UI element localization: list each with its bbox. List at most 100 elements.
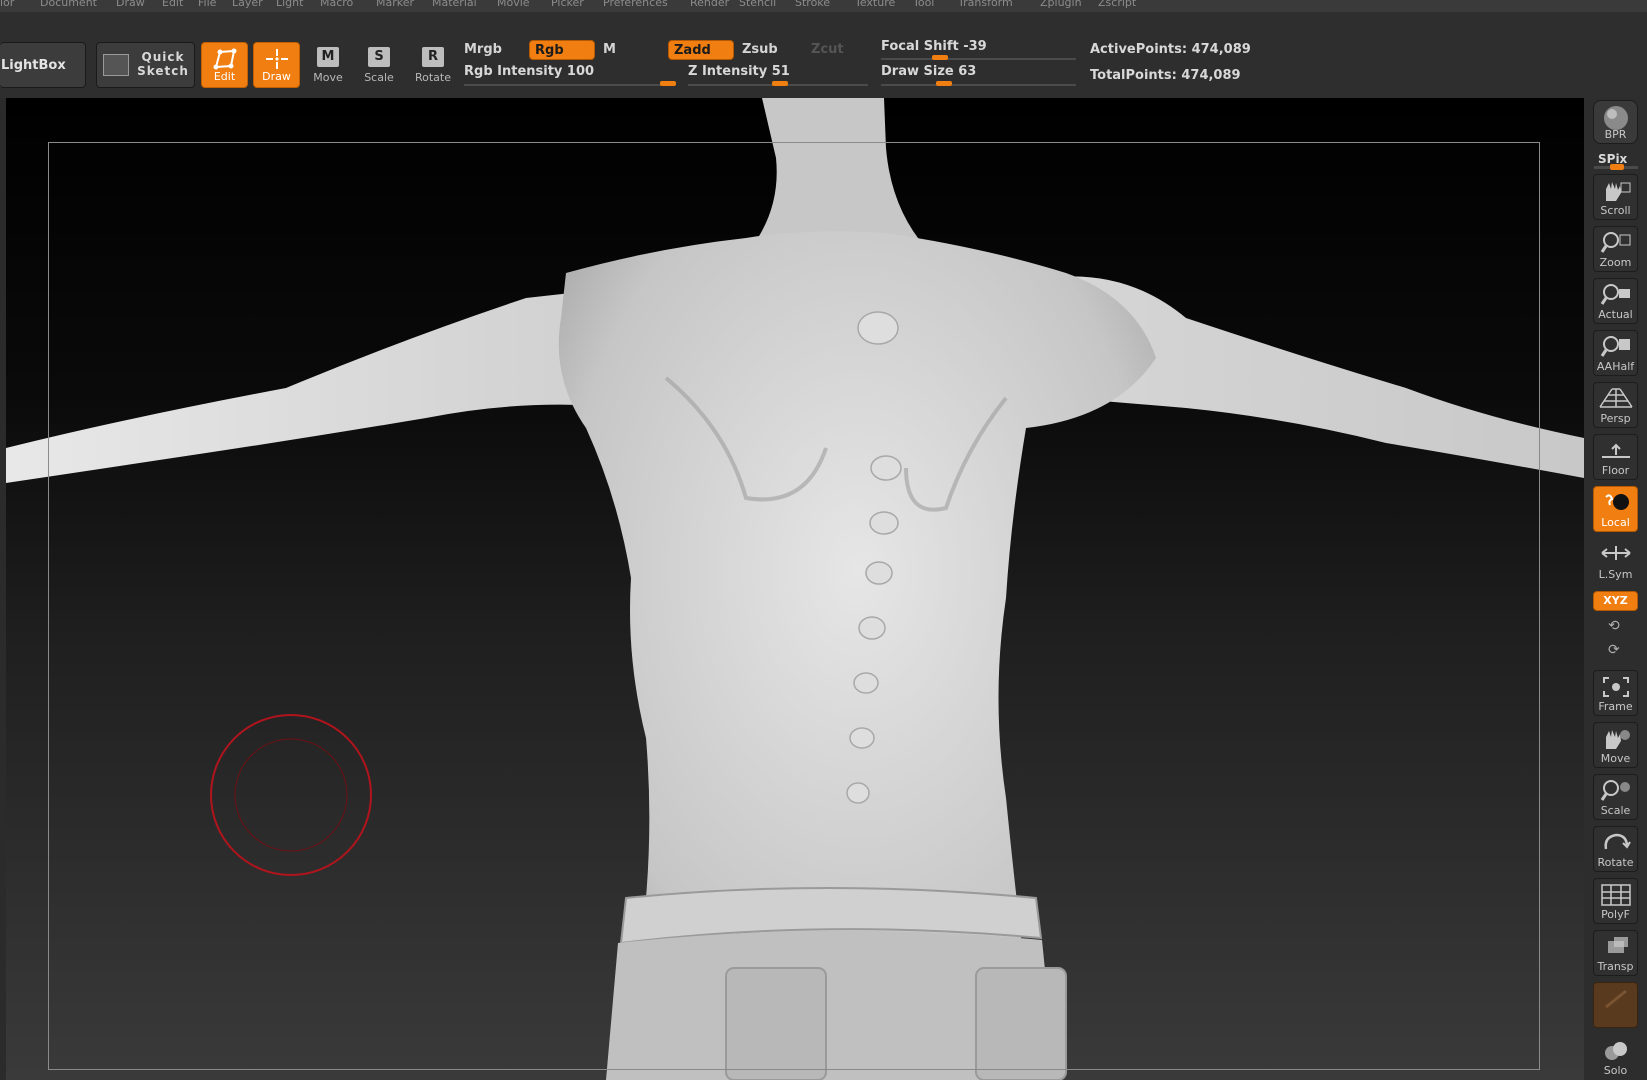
lightbox-label: LightBox xyxy=(1,57,66,73)
lsym-label: L.Sym xyxy=(1598,568,1633,581)
move-view-button[interactable]: Move xyxy=(1593,722,1638,768)
draw-size-knob[interactable] xyxy=(936,81,952,86)
edit-button[interactable]: Edit xyxy=(201,42,248,88)
menu-item-file[interactable]: File xyxy=(198,0,216,9)
lightbox-button[interactable]: LightBox xyxy=(0,42,86,88)
persp-button[interactable]: Persp xyxy=(1593,382,1638,428)
menu-item-marker[interactable]: Marker xyxy=(376,0,414,9)
move-tool-button[interactable]: M Move xyxy=(303,42,353,88)
magnifier-scale-icon xyxy=(1600,780,1630,801)
floor-button[interactable]: Floor xyxy=(1593,434,1638,480)
menu-item-draw[interactable]: Draw xyxy=(116,0,145,9)
menu-item-stroke[interactable]: Stroke xyxy=(795,0,830,9)
zbrush-window: lor Document Draw Edit File Layer Light Macro Ma… xyxy=(0,0,1647,1080)
hand-move-icon xyxy=(1605,730,1630,749)
draw-icon xyxy=(265,49,288,69)
draw-button[interactable]: Draw xyxy=(253,42,300,88)
magnifier-half-icon xyxy=(1600,336,1630,357)
menu-item-lor[interactable]: lor xyxy=(0,0,14,9)
menu-item-movie[interactable]: Movie xyxy=(497,0,530,9)
bpr-button[interactable]: BPR xyxy=(1593,100,1638,144)
scale-tool-button[interactable]: S Scale xyxy=(354,42,404,88)
quick-sketch-button[interactable]: Quick Sketch xyxy=(96,42,195,88)
rotate-y-icon[interactable]: ⟲ xyxy=(1608,618,1620,634)
actual-button[interactable]: Actual xyxy=(1593,278,1638,324)
menu-item-light[interactable]: Light xyxy=(276,0,303,9)
z-intensity-label: Z Intensity 51 xyxy=(688,64,790,79)
polyf-label: PolyF xyxy=(1601,908,1630,921)
floor-icon xyxy=(1601,443,1630,458)
rgb-intensity-slider[interactable] xyxy=(464,84,668,86)
rgb-intensity-knob[interactable] xyxy=(660,81,676,86)
zadd-button[interactable]: Zadd xyxy=(668,40,734,60)
solo-label: Solo xyxy=(1603,1064,1628,1077)
menu-item-edit[interactable]: Edit xyxy=(162,0,183,9)
rotate-tool-button[interactable]: R Rotate xyxy=(408,42,458,88)
menu-item-material[interactable]: Material xyxy=(432,0,477,9)
menu-item-picker[interactable]: Picker xyxy=(551,0,584,9)
local-icon xyxy=(1604,494,1629,510)
rotate-z-icon[interactable]: ⟳ xyxy=(1608,642,1620,658)
bpr-label: BPR xyxy=(1604,128,1627,141)
move-key-icon: M xyxy=(317,47,339,67)
rgb-intensity-label: Rgb Intensity 100 xyxy=(464,64,595,79)
menu-item-transform[interactable]: Transform xyxy=(958,0,1013,9)
aahalf-button[interactable]: AAHalf xyxy=(1593,330,1638,376)
quick-sketch-label: Quick Sketch xyxy=(137,50,189,78)
rotate-key-icon: R xyxy=(422,47,444,67)
menu-item-render[interactable]: Render xyxy=(690,0,729,9)
local-symmetry-icon xyxy=(1600,546,1631,560)
zoom-button[interactable]: Zoom xyxy=(1593,226,1638,272)
menu-bar: lor Document Draw Edit File Layer Light Macro Ma… xyxy=(0,0,1647,12)
scale-view-button[interactable]: Scale xyxy=(1593,774,1638,820)
scroll-button[interactable]: Scroll xyxy=(1593,174,1638,220)
rotate-view-label: Rotate xyxy=(1597,856,1634,869)
frame-icon xyxy=(1602,677,1629,697)
ghost-button[interactable] xyxy=(1593,982,1638,1028)
draw-size-slider[interactable] xyxy=(881,84,1076,86)
solo-icon xyxy=(1604,1042,1627,1060)
xyz-button[interactable]: XYZ xyxy=(1593,591,1638,611)
scale-view-label: Scale xyxy=(1600,804,1631,817)
z-intensity-knob[interactable] xyxy=(771,81,788,86)
spix-knob[interactable] xyxy=(1610,164,1624,170)
focal-shift-knob[interactable] xyxy=(932,55,949,60)
rotate-view-button[interactable]: Rotate xyxy=(1593,826,1638,872)
menu-item-layer[interactable]: Layer xyxy=(232,0,263,9)
move-view-label: Move xyxy=(1600,752,1631,765)
xyz-label: XYZ xyxy=(1603,594,1628,607)
solo-button[interactable]: Solo xyxy=(1593,1034,1638,1080)
polyframe-grid-icon xyxy=(1600,884,1631,906)
menu-item-macro[interactable]: Macro xyxy=(320,0,353,9)
quick-sketch-icon xyxy=(103,54,129,76)
menu-item-texture[interactable]: Texture xyxy=(855,0,895,9)
focal-shift-slider[interactable] xyxy=(881,58,1076,60)
ghost-icon xyxy=(1604,989,1627,1009)
menu-item-stencil[interactable]: Stencil xyxy=(739,0,776,9)
draw-size-label: Draw Size 63 xyxy=(881,64,977,79)
edit-label: Edit xyxy=(213,70,236,83)
menu-item-zplugin[interactable]: Zplugin xyxy=(1040,0,1082,9)
transp-button[interactable]: Transp xyxy=(1593,930,1638,976)
frame-button[interactable]: Frame xyxy=(1593,670,1638,716)
polyf-button[interactable]: PolyF xyxy=(1593,878,1638,924)
menu-item-document[interactable]: Document xyxy=(40,0,97,9)
local-button[interactable]: Local xyxy=(1593,486,1638,532)
zoom-label: Zoom xyxy=(1599,256,1632,269)
mrgb-button[interactable]: Mrgb xyxy=(459,40,521,60)
transp-label: Transp xyxy=(1597,960,1634,973)
rgb-button[interactable]: Rgb xyxy=(529,40,595,60)
frame-label: Frame xyxy=(1598,700,1633,713)
lsym-button[interactable]: L.Sym xyxy=(1593,538,1638,584)
zsub-button[interactable]: Zsub xyxy=(737,40,799,60)
hand-icon xyxy=(1605,182,1630,201)
magnifier-actual-icon xyxy=(1600,284,1630,305)
m-button[interactable]: M xyxy=(598,40,660,60)
move-label: Move xyxy=(313,71,343,84)
zcut-button[interactable]: Zcut xyxy=(806,40,868,60)
menu-item-zscript[interactable]: Zscript xyxy=(1098,0,1136,9)
menu-item-tool[interactable]: Tool xyxy=(913,0,934,9)
scale-key-icon: S xyxy=(368,47,390,67)
menu-item-preferences[interactable]: Preferences xyxy=(603,0,668,9)
canvas-viewport[interactable] xyxy=(6,98,1584,1080)
